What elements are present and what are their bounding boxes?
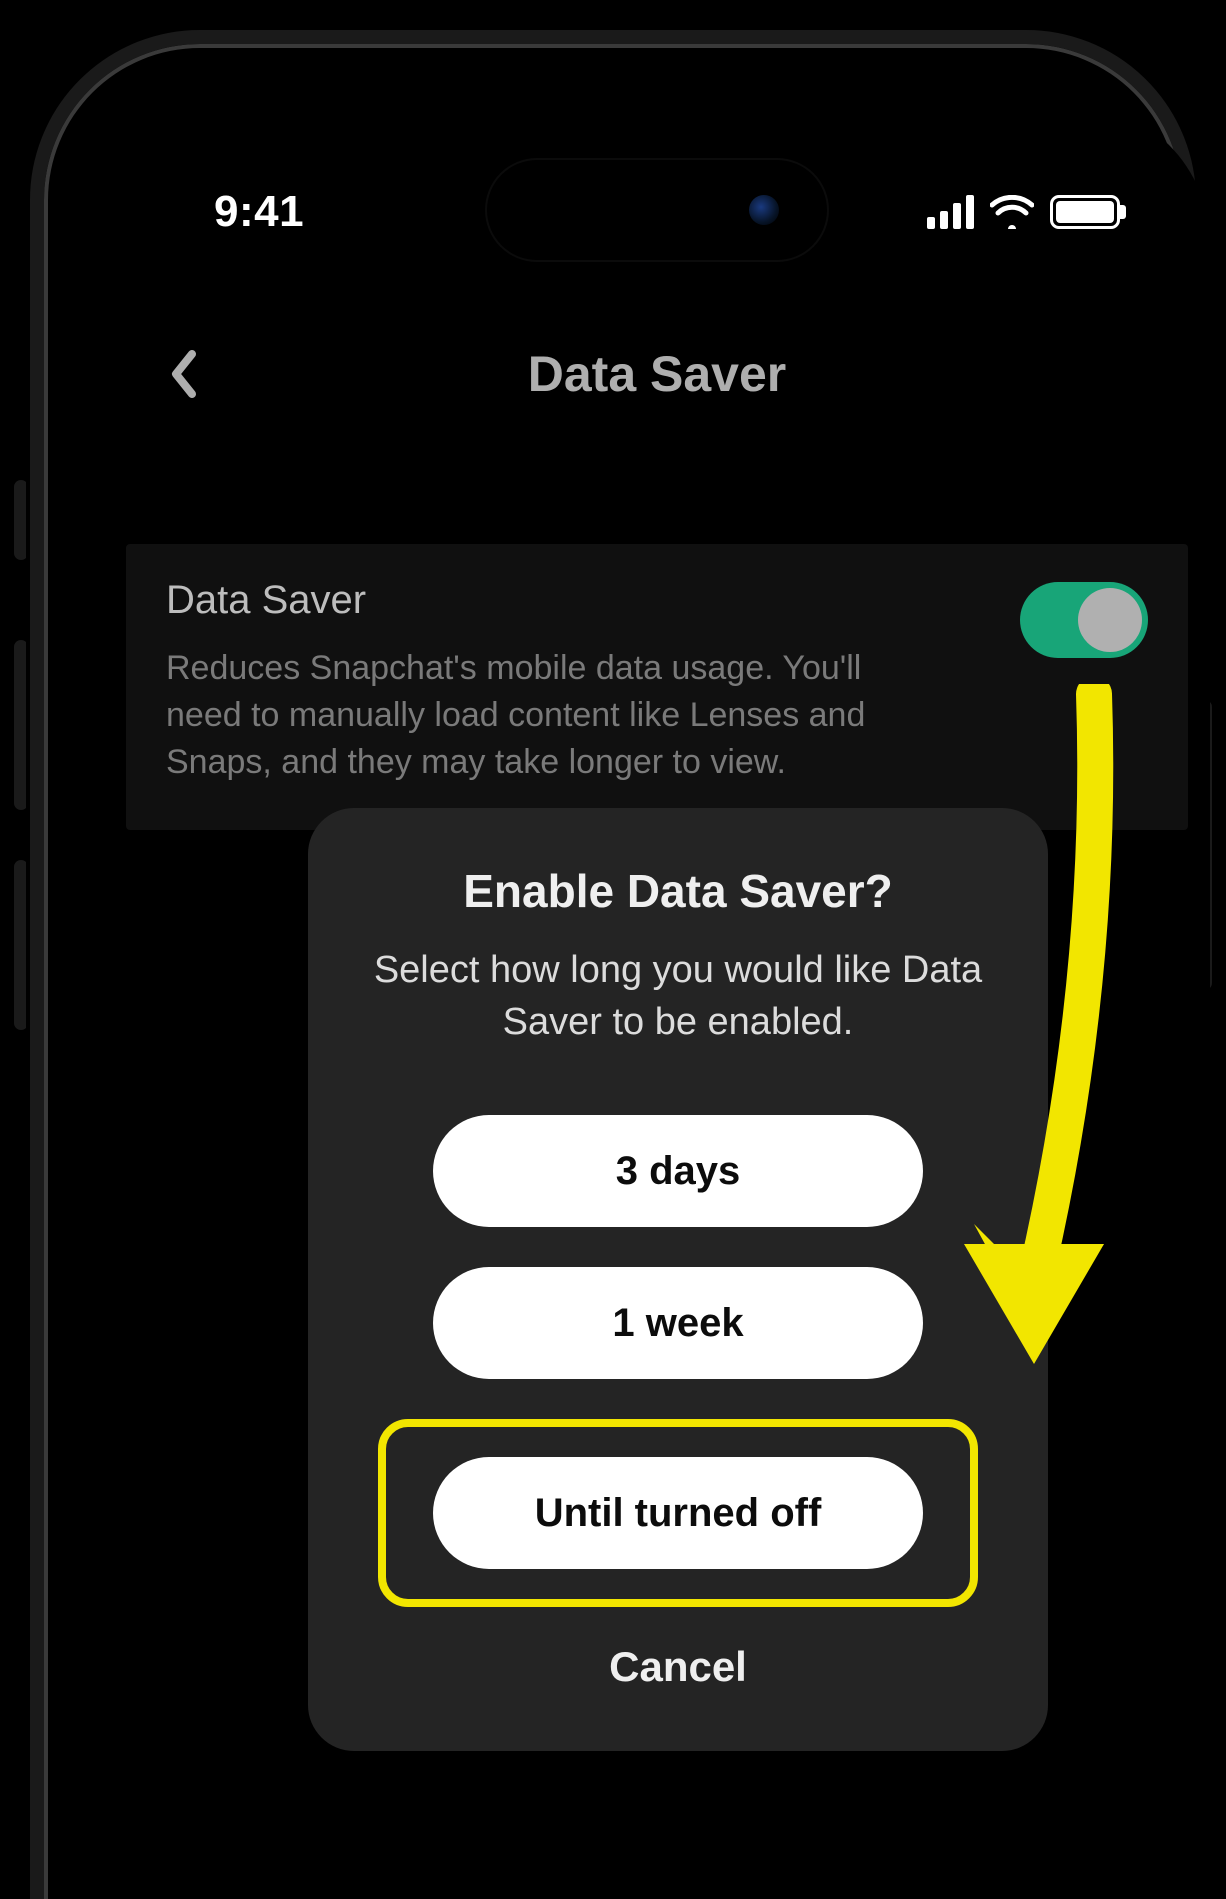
data-saver-setting-row: Data Saver Reduces Snapchat's mobile dat… (126, 544, 1188, 830)
data-saver-toggle[interactable] (1020, 582, 1148, 658)
cellular-signal-icon (927, 195, 974, 229)
phone-silent-switch (14, 480, 28, 560)
status-icons (927, 195, 1120, 229)
option-3-days-button[interactable]: 3 days (433, 1115, 923, 1227)
nav-header: Data Saver (104, 314, 1210, 434)
wifi-icon (990, 195, 1034, 229)
annotation-highlight-box: Until turned off (378, 1419, 978, 1607)
phone-screen: 9:41 Data Saver (104, 104, 1210, 1899)
phone-frame: 9:41 Data Saver (30, 30, 1196, 1899)
page-title: Data Saver (528, 345, 787, 403)
modal-subtitle: Select how long you would like Data Save… (360, 944, 996, 1049)
back-button[interactable] (164, 344, 204, 404)
status-time: 9:41 (214, 187, 304, 237)
option-1-week-button[interactable]: 1 week (433, 1267, 923, 1379)
modal-title: Enable Data Saver? (352, 864, 1004, 918)
toggle-knob-icon (1078, 588, 1142, 652)
phone-volume-up (14, 640, 28, 810)
option-until-turned-off-button[interactable]: Until turned off (433, 1457, 923, 1569)
setting-label: Data Saver (166, 578, 946, 623)
status-bar: 9:41 (104, 162, 1210, 262)
battery-icon (1050, 195, 1120, 229)
enable-data-saver-modal: Enable Data Saver? Select how long you w… (308, 808, 1048, 1751)
phone-volume-down (14, 860, 28, 1030)
setting-description: Reduces Snapchat's mobile data usage. Yo… (166, 645, 946, 786)
cancel-button[interactable]: Cancel (352, 1643, 1004, 1691)
